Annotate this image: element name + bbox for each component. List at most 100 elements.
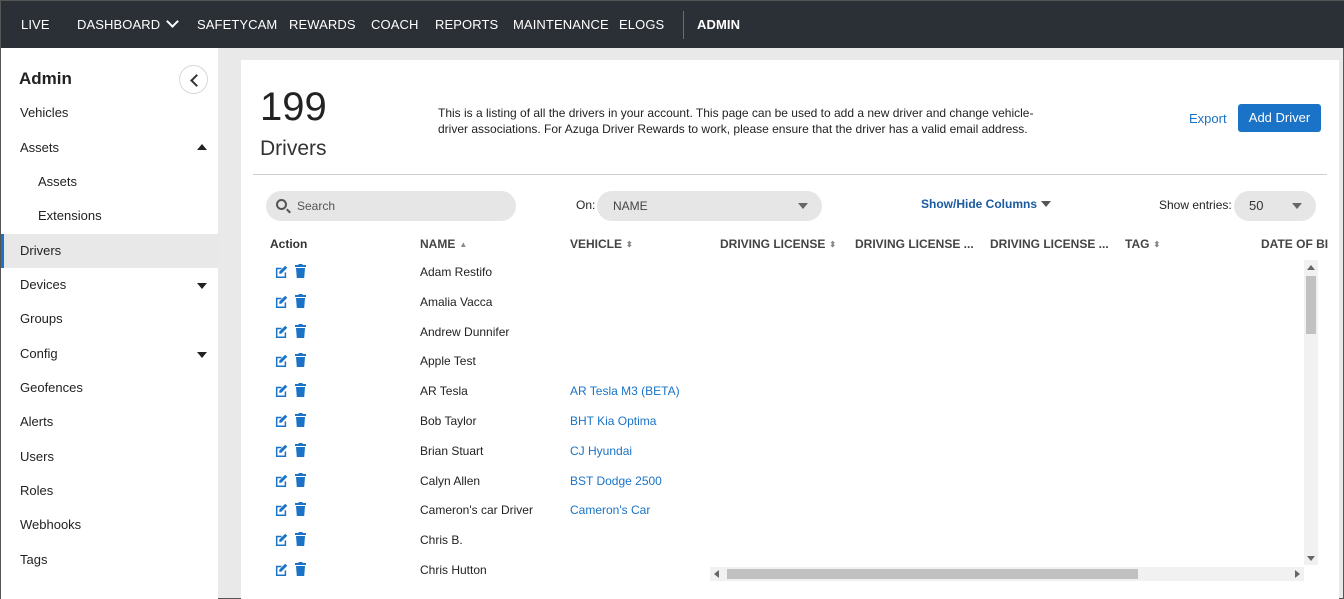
sidebar-item-label: Geofences: [20, 380, 83, 395]
edit-icon[interactable]: [275, 295, 288, 308]
sidebar-item-roles[interactable]: Roles: [1, 474, 218, 508]
edit-icon[interactable]: [275, 444, 288, 457]
sidebar-item-devices[interactable]: Devices: [1, 268, 218, 302]
trash-icon[interactable]: [295, 502, 306, 517]
edit-icon[interactable]: [275, 414, 288, 427]
edit-icon[interactable]: [275, 325, 288, 338]
row-actions: [275, 442, 309, 459]
scroll-left-icon[interactable]: [714, 570, 719, 578]
sidebar-item-label: Alerts: [20, 414, 54, 429]
sidebar: Admin Vehicles Assets Assets Extensions …: [1, 48, 218, 599]
sidebar-item-drivers[interactable]: Drivers: [1, 234, 218, 268]
table-row: AR Tesla AR Tesla M3 (BETA): [253, 377, 1308, 407]
driver-count: 199: [260, 85, 327, 129]
trash-icon[interactable]: [295, 532, 306, 547]
nav-dashboard[interactable]: DASHBOARD: [77, 15, 180, 32]
scroll-up-icon[interactable]: [1307, 265, 1315, 270]
column-header-driving-license-3[interactable]: DRIVING LICENSE ...: [990, 237, 1109, 251]
nav-coach[interactable]: COACH: [371, 17, 418, 32]
driver-vehicle-link[interactable]: Cameron's Car: [570, 503, 650, 517]
vertical-scrollbar[interactable]: [1304, 260, 1318, 565]
nav-maintenance[interactable]: MAINTENANCE: [513, 17, 609, 32]
sidebar-item-webhooks[interactable]: Webhooks: [1, 508, 218, 542]
entries-select[interactable]: 50: [1234, 191, 1316, 221]
driver-vehicle-link[interactable]: BST Dodge 2500: [570, 474, 662, 488]
sort-asc-icon: ▲: [459, 240, 468, 249]
edit-icon[interactable]: [275, 474, 288, 487]
sidebar-item-groups[interactable]: Groups: [1, 302, 218, 336]
sidebar-item-label: Roles: [20, 483, 54, 498]
sidebar-item-config[interactable]: Config: [1, 337, 218, 371]
show-hide-columns-button[interactable]: Show/Hide Columns: [921, 197, 1051, 211]
scroll-thumb[interactable]: [1306, 276, 1316, 334]
add-driver-button[interactable]: Add Driver: [1238, 104, 1321, 132]
horizontal-scrollbar[interactable]: [710, 567, 1304, 581]
sidebar-item-label: Devices: [20, 277, 67, 292]
edit-icon[interactable]: [275, 533, 288, 547]
row-actions: [275, 502, 309, 518]
sidebar-item-vehicles[interactable]: Vehicles: [1, 96, 218, 130]
sidebar-item-label: Extensions: [38, 208, 102, 223]
nav-reports[interactable]: REPORTS: [435, 17, 498, 32]
sidebar-item-tags[interactable]: Tags: [1, 543, 218, 577]
edit-icon[interactable]: [275, 354, 288, 368]
scroll-down-icon[interactable]: [1307, 556, 1315, 561]
driver-vehicle-link[interactable]: AR Tesla M3 (BETA): [570, 384, 680, 398]
driver-name: Amalia Vacca: [420, 294, 493, 309]
sidebar-item-label: Users: [20, 449, 54, 464]
driver-name: Adam Restifo: [420, 265, 493, 279]
column-header-driving-license-2[interactable]: DRIVING LICENSE ...: [855, 237, 974, 251]
driver-vehicle-link[interactable]: CJ Hyundai: [570, 444, 632, 458]
trash-icon[interactable]: [295, 264, 306, 278]
trash-icon[interactable]: [295, 472, 306, 487]
edit-icon[interactable]: [275, 384, 288, 398]
nav-elogs[interactable]: ELOGS: [619, 17, 664, 32]
column-header-vehicle[interactable]: VEHICLE ⬍: [570, 237, 633, 251]
sidebar-subitem-assets[interactable]: Assets: [1, 165, 218, 199]
nav-safetycam[interactable]: SAFETYCAM: [197, 17, 277, 32]
search-input[interactable]: [297, 197, 507, 215]
edit-icon[interactable]: [275, 503, 288, 517]
dropdown-arrow-icon: [798, 203, 808, 209]
driver-vehicle-link[interactable]: BHT Kia Optima: [570, 414, 656, 428]
collapse-sidebar-button[interactable]: [179, 65, 208, 94]
sidebar-item-alerts[interactable]: Alerts: [1, 405, 218, 439]
trash-icon[interactable]: [295, 293, 306, 308]
trash-icon[interactable]: [295, 383, 306, 398]
column-header-action: Action: [270, 237, 308, 251]
sidebar-item-assets[interactable]: Assets: [1, 131, 218, 165]
scroll-right-icon[interactable]: [1295, 570, 1300, 578]
search-field-select[interactable]: NAME: [597, 191, 822, 221]
caret-down-icon: [197, 283, 207, 289]
sidebar-item-users[interactable]: Users: [1, 440, 218, 474]
dropdown-arrow-icon: [1041, 201, 1051, 207]
trash-icon[interactable]: [295, 442, 306, 457]
driver-name: Brian Stuart: [420, 443, 484, 458]
trash-icon[interactable]: [295, 413, 306, 427]
sidebar-subitem-extensions[interactable]: Extensions: [1, 199, 218, 233]
trash-icon[interactable]: [295, 562, 306, 576]
scroll-thumb[interactable]: [727, 569, 1138, 579]
trash-icon[interactable]: [295, 323, 306, 338]
sidebar-item-label: Groups: [20, 311, 63, 326]
column-header-driving-license[interactable]: DRIVING LICENSE ⬍: [720, 237, 836, 251]
page-description: This is a listing of all the drivers in …: [438, 106, 1034, 136]
driver-name: Apple Test: [420, 354, 476, 369]
export-link[interactable]: Export: [1189, 111, 1227, 126]
column-header-name[interactable]: NAME ▲: [420, 237, 467, 251]
sidebar-title: Admin: [19, 69, 72, 88]
nav-live[interactable]: LIVE: [21, 17, 50, 32]
table-row: Amalia Vacca: [253, 288, 1308, 318]
nav-rewards[interactable]: REWARDS: [289, 17, 356, 32]
edit-icon[interactable]: [275, 563, 288, 576]
edit-icon[interactable]: [275, 265, 288, 278]
row-actions: [275, 383, 309, 399]
dropdown-arrow-icon: [1292, 203, 1302, 209]
column-header-tag[interactable]: TAG ⬍: [1125, 237, 1160, 251]
trash-icon[interactable]: [295, 353, 306, 368]
column-header-date-of-birth[interactable]: DATE OF BI: [1261, 237, 1328, 251]
nav-admin[interactable]: ADMIN: [697, 17, 740, 32]
show-hide-columns-label: Show/Hide Columns: [921, 197, 1038, 211]
sidebar-item-geofences[interactable]: Geofences: [1, 371, 218, 405]
table-row: Bob Taylor BHT Kia Optima: [253, 407, 1308, 437]
